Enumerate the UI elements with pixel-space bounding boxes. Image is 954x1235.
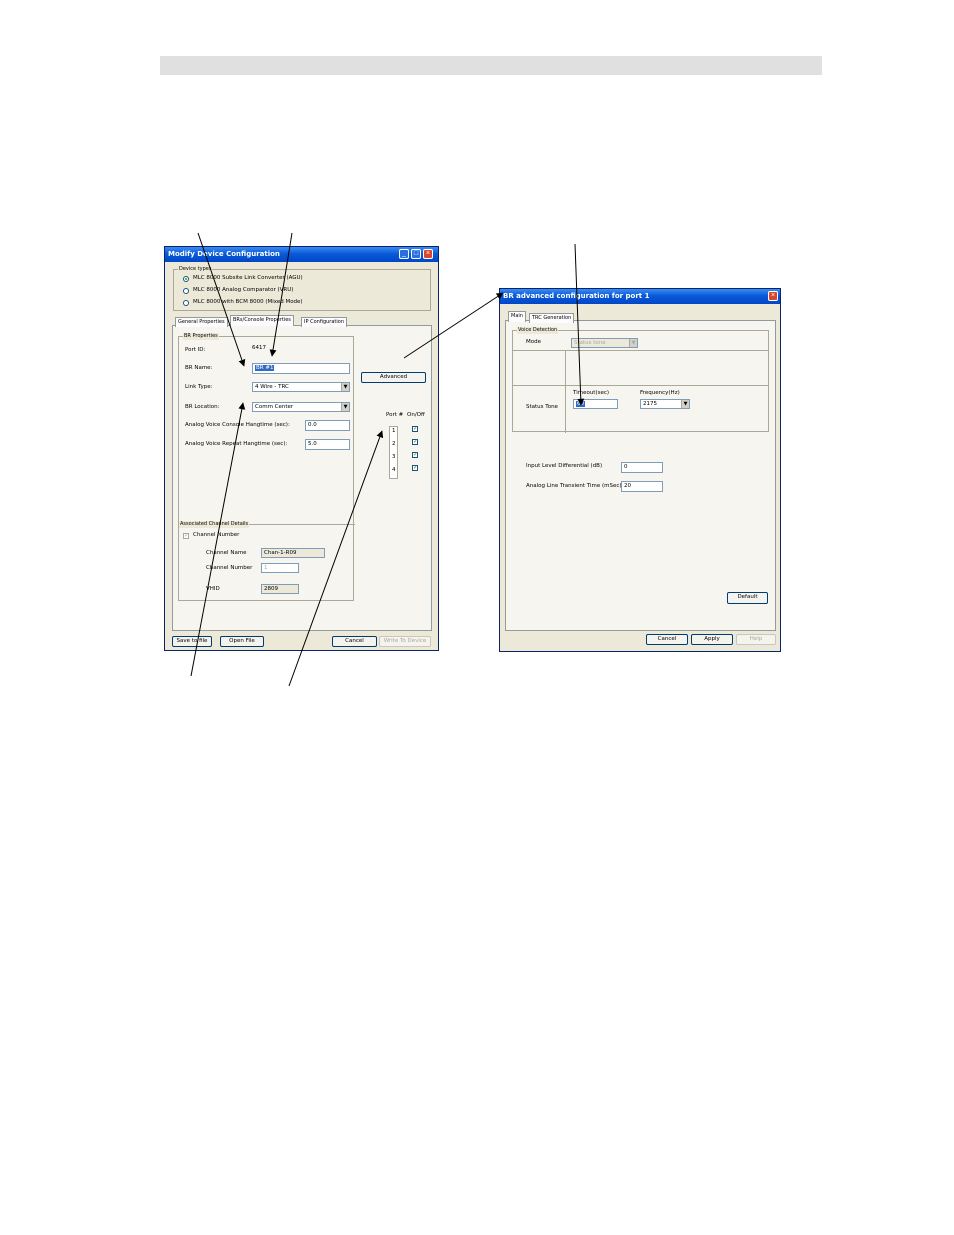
arrow-advanced <box>403 292 504 359</box>
arrow-port-id <box>269 232 293 357</box>
arrow-br-name <box>197 232 246 367</box>
arrow-br-location <box>190 402 246 677</box>
arrow-port-list <box>288 430 384 687</box>
annotation-arrows <box>190 232 585 687</box>
arrow-timeout <box>574 243 585 406</box>
